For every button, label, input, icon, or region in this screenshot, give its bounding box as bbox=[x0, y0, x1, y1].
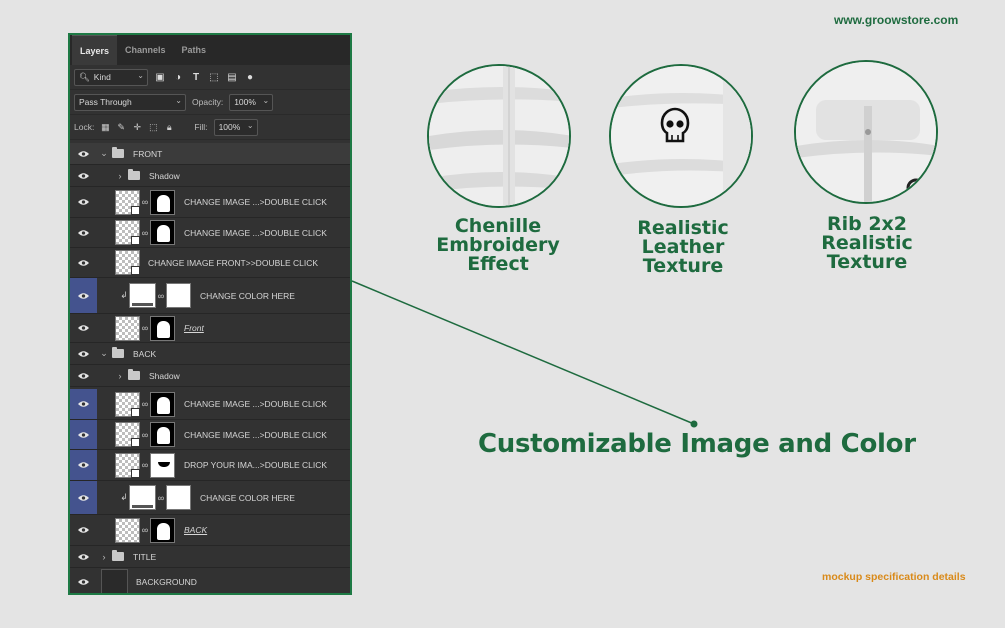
chenille-detail-image bbox=[427, 64, 571, 208]
leather-detail-image bbox=[609, 64, 753, 208]
footer-note: mockup specification details bbox=[822, 571, 966, 583]
feature-leather: Realistic Leather Texture bbox=[613, 219, 753, 276]
feature-line: Texture bbox=[642, 255, 724, 277]
feature-chenille: Chenille Embroidery Effect bbox=[430, 217, 566, 274]
feature-rib: Rib 2x2 Realistic Texture bbox=[800, 215, 934, 272]
store-url[interactable]: www.groowstore.com bbox=[834, 13, 958, 27]
feature-line: Texture bbox=[826, 251, 908, 273]
headline: Customizable Image and Color bbox=[478, 429, 916, 459]
rib-detail-image bbox=[794, 60, 938, 204]
feature-line: Effect bbox=[467, 253, 529, 275]
